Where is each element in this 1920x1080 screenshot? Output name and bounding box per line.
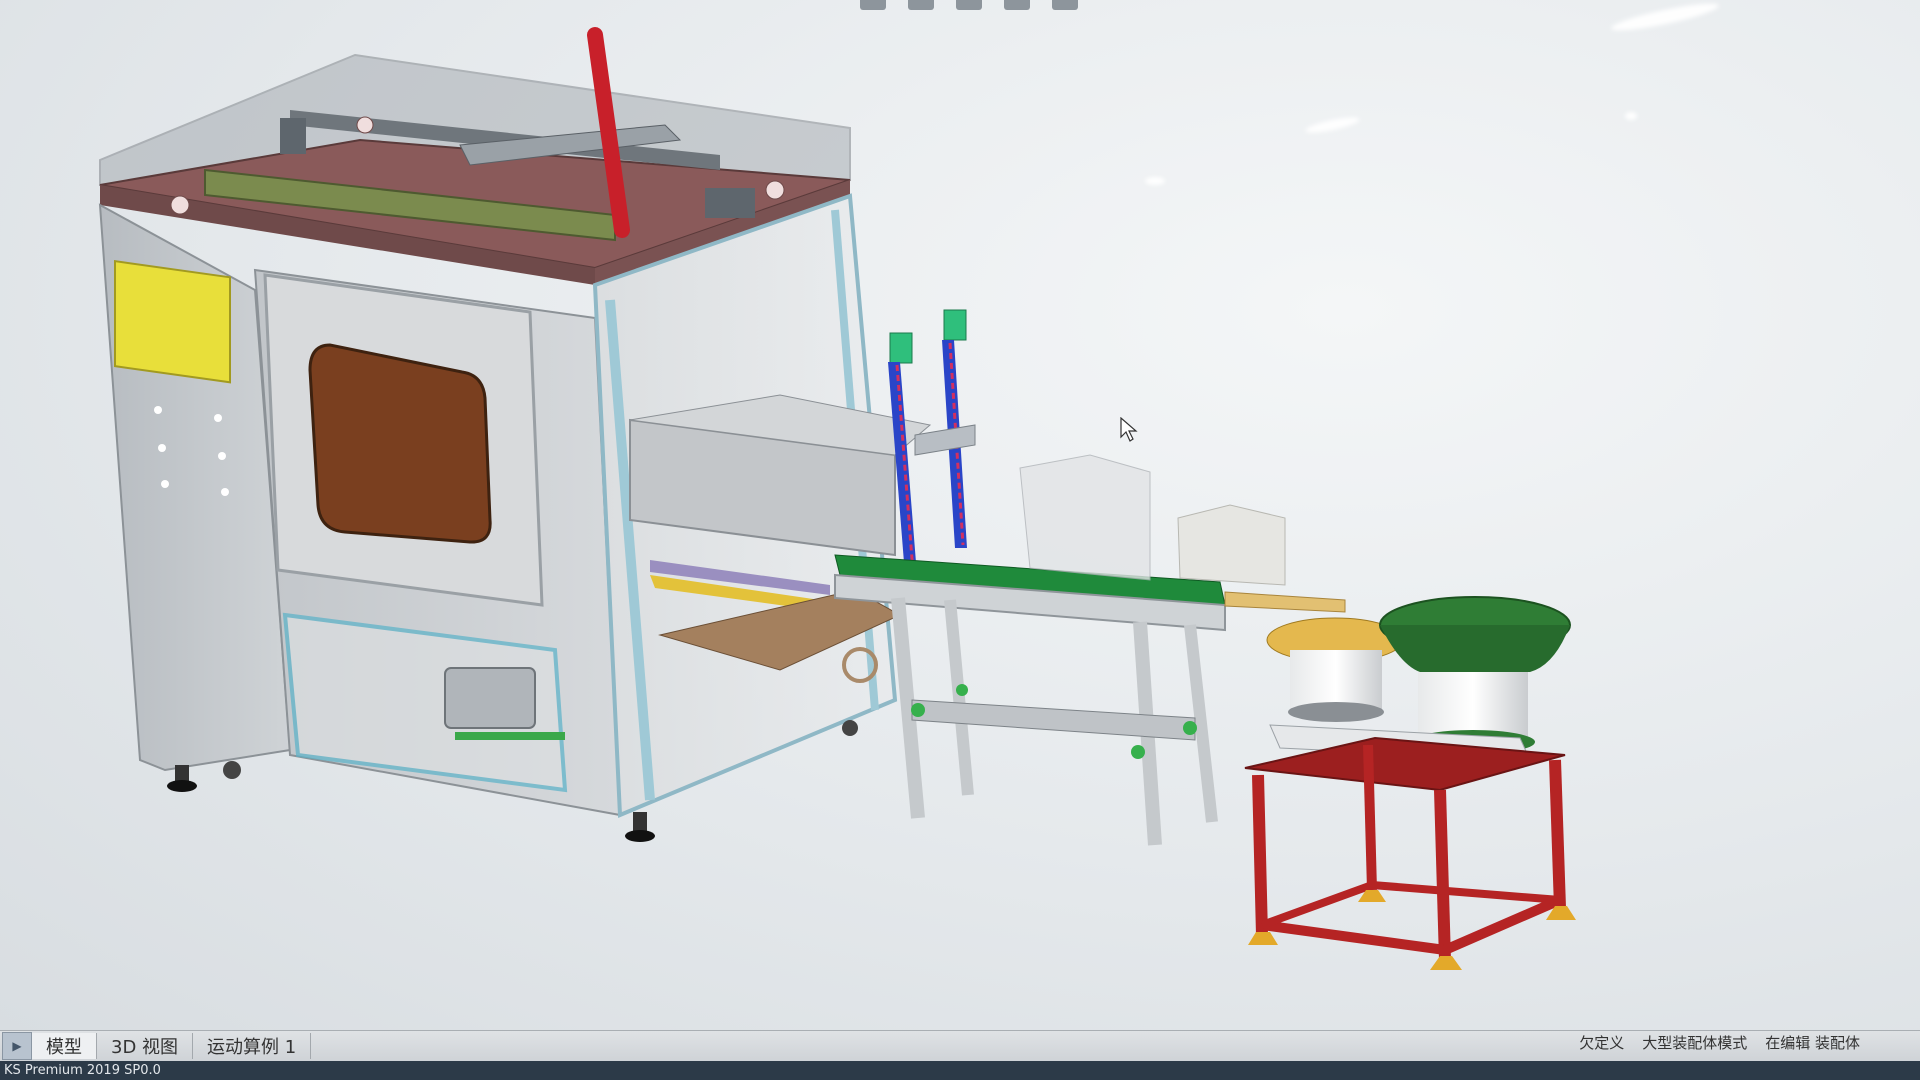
status-editing: 在编辑 装配体 bbox=[1765, 1034, 1860, 1052]
yellow-panel bbox=[114, 260, 231, 384]
stand-brace bbox=[1371, 881, 1561, 904]
caster bbox=[625, 812, 655, 842]
app-version: KS Premium 2019 SP0.0 bbox=[4, 1063, 161, 1078]
indicator bbox=[214, 414, 222, 422]
gantry-motor bbox=[705, 188, 755, 218]
indicator bbox=[154, 406, 162, 414]
status-large-assembly[interactable]: 大型装配体模式 bbox=[1642, 1032, 1747, 1053]
stand-leg bbox=[1363, 744, 1377, 891]
main-cabinet[interactable] bbox=[98, 27, 932, 842]
top-hole bbox=[356, 116, 374, 134]
lift-motor bbox=[889, 332, 913, 364]
stand-brace bbox=[1260, 881, 1374, 929]
top-hole bbox=[765, 180, 785, 200]
green-bar bbox=[455, 732, 565, 740]
shelf-bracket bbox=[1183, 721, 1197, 735]
shelf-bracket bbox=[956, 684, 968, 696]
gantry-motor bbox=[280, 118, 306, 154]
caster bbox=[842, 720, 858, 736]
stand-brace bbox=[1261, 920, 1446, 955]
stand-foot bbox=[1248, 932, 1278, 945]
stand-leg bbox=[1252, 774, 1268, 936]
indicator bbox=[161, 480, 169, 488]
bowl-feeder[interactable] bbox=[1266, 596, 1571, 761]
red-stand[interactable] bbox=[1244, 736, 1576, 970]
status-underdefined: 欠定义 bbox=[1579, 1034, 1625, 1052]
feed-track bbox=[1224, 591, 1346, 613]
tab-3d-view[interactable]: 3D 视图 bbox=[97, 1033, 194, 1059]
door-window bbox=[308, 343, 492, 544]
indicator bbox=[218, 452, 226, 460]
small-bowl-base bbox=[1288, 702, 1384, 722]
status-fields: 欠定义 大型装配体模式 在编辑 装配体 bbox=[1579, 1032, 1860, 1053]
3d-viewport[interactable] bbox=[0, 0, 1920, 1030]
nav-arrow-icon[interactable]: ▶ bbox=[2, 1032, 32, 1060]
lift-module[interactable] bbox=[888, 309, 976, 575]
fan-unit bbox=[444, 667, 536, 729]
tab-motion-study[interactable]: 运动算例 1 bbox=[193, 1033, 312, 1059]
stand-leg bbox=[1549, 759, 1566, 909]
transparent-bin bbox=[1019, 454, 1151, 581]
caster bbox=[223, 761, 241, 779]
indicator bbox=[221, 488, 229, 496]
shelf-bracket bbox=[1131, 745, 1145, 759]
shelf-bracket bbox=[911, 703, 925, 717]
cursor-icon bbox=[1120, 417, 1138, 442]
stand-foot bbox=[1430, 956, 1462, 970]
cad-window: ▶ 模型 3D 视图 运动算例 1 欠定义 大型装配体模式 在编辑 装配体 KS… bbox=[0, 0, 1920, 1080]
stand-leg bbox=[1434, 789, 1451, 961]
conveyor-leg bbox=[944, 599, 974, 796]
bin-small bbox=[1177, 504, 1286, 586]
indicator bbox=[158, 444, 166, 452]
lift-motor bbox=[943, 309, 967, 341]
big-bowl-cone bbox=[1380, 625, 1570, 672]
tab-model[interactable]: 模型 bbox=[32, 1033, 97, 1059]
top-hole bbox=[170, 195, 190, 215]
stand-brace bbox=[1443, 895, 1562, 955]
app-status-bar: KS Premium 2019 SP0.0 bbox=[0, 1061, 1920, 1080]
assembly-model[interactable] bbox=[0, 0, 1920, 1030]
